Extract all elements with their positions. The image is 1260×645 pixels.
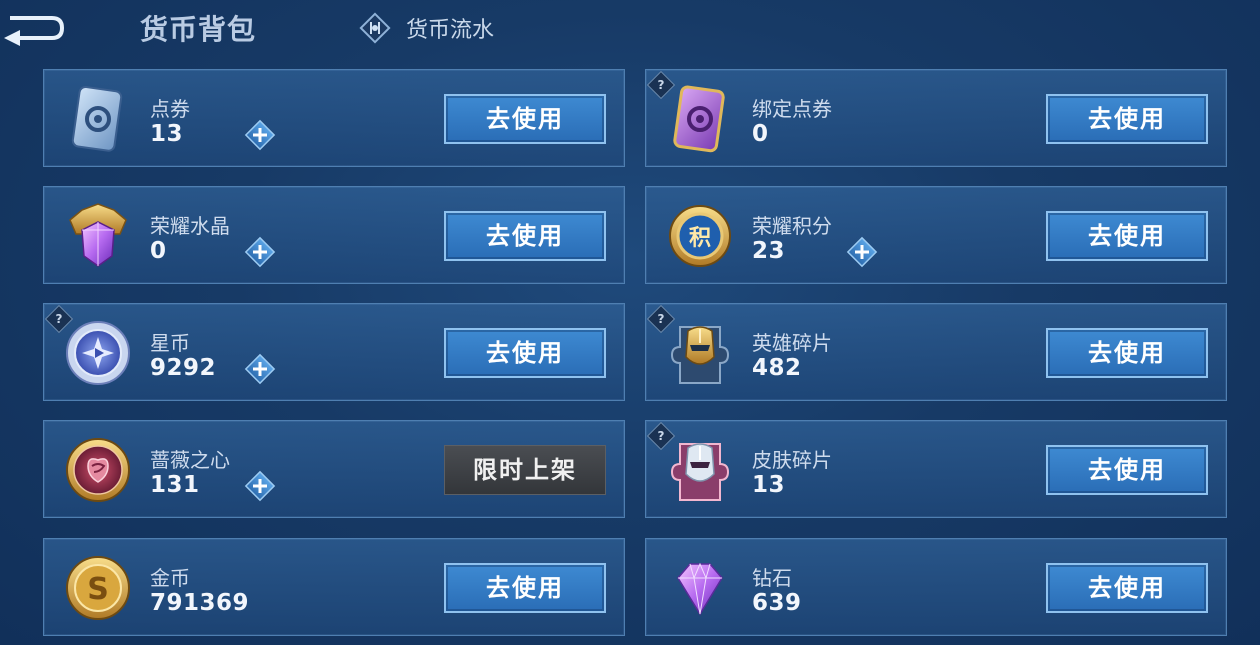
currency-count: 0 [150,238,167,264]
glory-points-icon: 积 [669,205,731,267]
currency-count: 639 [752,590,802,616]
diamond-icon [677,562,723,616]
svg-text:积: 积 [689,226,711,251]
add-plus-button[interactable] [845,235,879,269]
currency-name: 绑定点券 [752,97,832,121]
bound-voucher-icon [673,85,725,153]
currency-name: 蔷薇之心 [150,448,230,472]
currency-count: 791369 [150,590,250,616]
currency-count: 0 [752,121,769,147]
use-button[interactable]: 去使用 [1046,211,1208,261]
currency-name: 点券 [150,97,190,121]
currency-count: 13 [150,121,184,147]
currency-flow-label: 货币流水 [406,18,495,43]
currency-name: 英雄碎片 [752,331,832,355]
currency-name: 星币 [150,331,190,355]
use-button[interactable]: 去使用 [444,94,606,144]
currency-count: 23 [752,238,786,264]
currency-flow-icon [359,12,391,44]
rose-heart-icon [66,438,130,502]
voucher-ticket-icon [71,86,123,152]
currency-count: 13 [752,472,786,498]
currency-card-gold-coin: S 金币 791369 去使用 [43,538,625,636]
currency-flow-link[interactable]: 货币流水 [356,8,494,48]
glory-crystal-icon [69,203,127,267]
currency-card-glory-crystal: 荣耀水晶 0 去使用 [43,186,625,284]
skin-fragment-icon [670,443,730,501]
use-button[interactable]: 去使用 [1046,563,1208,613]
currency-name: 荣耀积分 [752,214,832,238]
add-plus-button[interactable] [243,352,277,386]
use-button[interactable]: 去使用 [444,563,606,613]
currency-card-skin-fragment: ? 皮肤碎片 13 去使用 [645,420,1227,518]
page-title: 货币背包 [140,13,257,46]
add-plus-button[interactable] [243,235,277,269]
svg-text:S: S [87,572,109,607]
currency-card-bound-voucher: ? 绑定点券 0 去使用 [645,69,1227,167]
currency-name: 金币 [150,566,190,590]
currency-card-rose-heart: 蔷薇之心 131 限时上架 [43,420,625,518]
add-plus-button[interactable] [243,118,277,152]
currency-card-voucher: 点券 13 去使用 [43,69,625,167]
currency-name: 钻石 [752,566,792,590]
limited-time-button[interactable]: 限时上架 [444,445,606,495]
currency-name: 荣耀水晶 [150,214,230,238]
use-button[interactable]: 去使用 [1046,445,1208,495]
currency-count: 482 [752,355,802,381]
currency-card-glory-points: 积 荣耀积分 23 去使用 [645,186,1227,284]
add-plus-button[interactable] [243,469,277,503]
currency-card-star-coin: ? 星币 9292 去使用 [43,303,625,401]
currency-card-diamond: 钻石 639 去使用 [645,538,1227,636]
use-button[interactable]: 去使用 [444,211,606,261]
hero-fragment-icon [670,326,730,384]
back-button[interactable] [0,6,68,46]
currency-count: 131 [150,472,200,498]
use-button[interactable]: 去使用 [1046,94,1208,144]
currency-name: 皮肤碎片 [752,448,832,472]
use-button[interactable]: 去使用 [444,328,606,378]
use-button[interactable]: 去使用 [1046,328,1208,378]
currency-count: 9292 [150,355,217,381]
gold-coin-icon: S [66,556,130,620]
back-arrow-icon [4,16,65,46]
star-coin-icon [66,321,130,385]
currency-card-hero-fragment: ? 英雄碎片 482 去使用 [645,303,1227,401]
